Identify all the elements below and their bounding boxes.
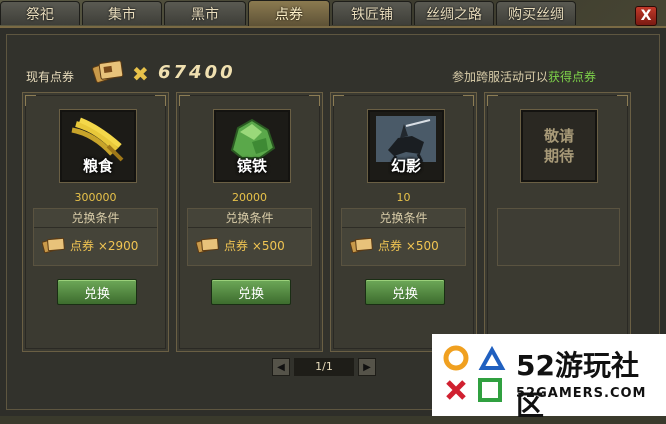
corner-ornament — [617, 95, 628, 106]
item-icon-frame[interactable]: 镔铁 — [214, 110, 290, 182]
empty-condition — [497, 208, 620, 266]
watermark-logo — [443, 345, 506, 402]
promo-label: 参加跨服活动可以 — [452, 70, 549, 84]
tab-black-market[interactable]: 黑市 — [164, 1, 246, 25]
exchange-button[interactable]: 兑换 — [211, 279, 291, 305]
corner-ornament — [179, 95, 190, 106]
exchange-button[interactable]: 兑换 — [365, 279, 445, 305]
item-card-phantom: 幻影 10 兑换条件 点券 ×500 兑换 — [330, 92, 477, 352]
condition-title: 兑换条件 — [342, 209, 465, 228]
points-value: 67400 — [158, 62, 236, 83]
exchange-condition: 兑换条件 点券 ×500 — [341, 208, 466, 266]
item-name: 粮食 — [82, 157, 113, 175]
item-card-coming-soon: 敬请 期待 — [484, 92, 631, 352]
item-name: 镔铁 — [236, 157, 267, 175]
next-page-button[interactable]: ▶ — [358, 358, 376, 376]
item-amount: 20000 — [232, 191, 267, 204]
tab-buy-silk[interactable]: 购买丝绸 — [496, 1, 576, 25]
item-card-grain: 粮食 300000 兑换条件 点券 ×2900 兑换 — [22, 92, 169, 352]
corner-ornament — [463, 95, 474, 106]
item-amount: 10 — [396, 191, 411, 204]
get-points-link[interactable]: 获得点券 — [548, 70, 596, 84]
item-amount: 300000 — [74, 191, 117, 204]
watermark-title: 52游玩社区 — [516, 349, 639, 422]
tab-points[interactable]: 点券 — [248, 0, 330, 26]
item-name: 幻影 — [390, 157, 421, 175]
pagination: ◀ 1/1 ▶ — [272, 358, 376, 376]
ticket-icon — [42, 237, 65, 254]
close-button[interactable]: X — [635, 6, 657, 26]
ticket-icon — [350, 237, 373, 254]
corner-ornament — [333, 95, 344, 106]
points-label: 现有点券 — [26, 70, 75, 84]
item-icon-frame[interactable]: 幻影 — [368, 110, 444, 182]
tab-silk-road[interactable]: 丝绸之路 — [414, 1, 494, 25]
condition-title: 兑换条件 — [188, 209, 311, 228]
item-icon-frame[interactable]: 粮食 — [60, 110, 136, 182]
watermark: 52游玩社区 52GAMERS.COM — [432, 334, 666, 422]
condition-price: 点券 ×500 — [224, 238, 285, 253]
coming-soon-placeholder: 敬请 期待 — [521, 110, 597, 182]
exchange-condition: 兑换条件 点券 ×500 — [187, 208, 312, 266]
times-icon: ✖ — [132, 62, 149, 86]
tab-blacksmith[interactable]: 铁匠铺 — [332, 1, 412, 25]
corner-ornament — [155, 95, 166, 106]
page-indicator: 1/1 — [294, 358, 354, 376]
corner-ornament — [487, 95, 498, 106]
tab-market[interactable]: 集市 — [82, 1, 162, 25]
prev-page-button[interactable]: ◀ — [272, 358, 290, 376]
exchange-condition: 兑换条件 点券 ×2900 — [33, 208, 158, 266]
watermark-subtitle: 52GAMERS.COM — [516, 386, 647, 401]
exchange-button[interactable]: 兑换 — [57, 279, 137, 305]
tab-bar: 祭祀 集市 黑市 点券 铁匠铺 丝绸之路 购买丝绸 — [0, 0, 640, 26]
corner-ornament — [309, 95, 320, 106]
ticket-icon — [92, 60, 124, 83]
promo-text: 参加跨服活动可以获得点券 — [452, 68, 596, 85]
corner-ornament — [25, 95, 36, 106]
condition-price: 点券 ×2900 — [70, 238, 139, 253]
item-card-iron: 镔铁 20000 兑换条件 点券 ×500 兑换 — [176, 92, 323, 352]
tab-sacrifice[interactable]: 祭祀 — [0, 1, 80, 25]
condition-title: 兑换条件 — [34, 209, 157, 228]
condition-price: 点券 ×500 — [378, 238, 439, 253]
ticket-icon — [196, 237, 219, 254]
